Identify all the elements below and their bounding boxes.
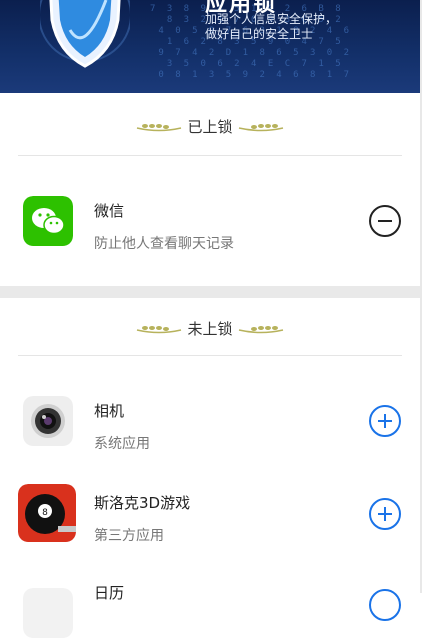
list-item-snooker[interactable]: 8 斯洛克3D游戏 第三方应用 <box>0 478 420 548</box>
app-description: 系统应用 <box>94 436 150 452</box>
minus-circle-icon[interactable] <box>368 204 402 238</box>
unlocked-section-title: 未上锁 <box>187 320 233 338</box>
locked-section-header: 已上锁 <box>0 116 420 137</box>
slogan-line-2: 做好自己的安全卫士 <box>205 27 314 41</box>
slogan-line-1: 加强个人信息安全保护， <box>205 12 338 26</box>
wheat-left-decoration <box>136 123 181 131</box>
app-description: 第三方应用 <box>94 528 164 544</box>
wheat-right-decoration <box>239 123 284 131</box>
locked-section-title: 已上锁 <box>187 118 233 136</box>
plus-circle-icon[interactable] <box>368 404 402 438</box>
wheat-left-decoration <box>136 325 181 333</box>
app-name: 相机 <box>94 402 125 420</box>
list-item-wechat[interactable]: 微信 防止他人查看聊天记录 <box>0 186 420 256</box>
plus-circle-icon[interactable] <box>368 588 402 622</box>
app-name: 斯洛克3D游戏 <box>94 494 191 512</box>
unlocked-section-header: 未上锁 <box>0 318 420 339</box>
app-name: 微信 <box>94 202 125 220</box>
wechat-icon <box>23 196 73 246</box>
plus-circle-icon[interactable] <box>368 497 402 531</box>
divider <box>18 355 402 356</box>
list-item-calendar[interactable]: 日历 <box>0 570 420 640</box>
wheat-right-decoration <box>239 325 284 333</box>
app-lock-banner: 7 3 8 9 4 5 1 0 2 6 B 8 8 3 2 1 7 0 9 3 … <box>0 0 420 93</box>
list-item-camera[interactable]: 相机 系统应用 <box>0 386 420 456</box>
divider <box>18 155 402 156</box>
banner-slogan: 加强个人信息安全保护， 做好自己的安全卫士 <box>205 12 337 42</box>
camera-icon <box>23 396 73 446</box>
svg-text:8: 8 <box>42 508 48 518</box>
calendar-icon <box>23 588 73 638</box>
section-separator <box>0 286 420 298</box>
app-description: 防止他人查看聊天记录 <box>94 236 234 252</box>
shield-icon <box>40 0 130 68</box>
billiard-ball-icon: 8 <box>18 484 76 542</box>
